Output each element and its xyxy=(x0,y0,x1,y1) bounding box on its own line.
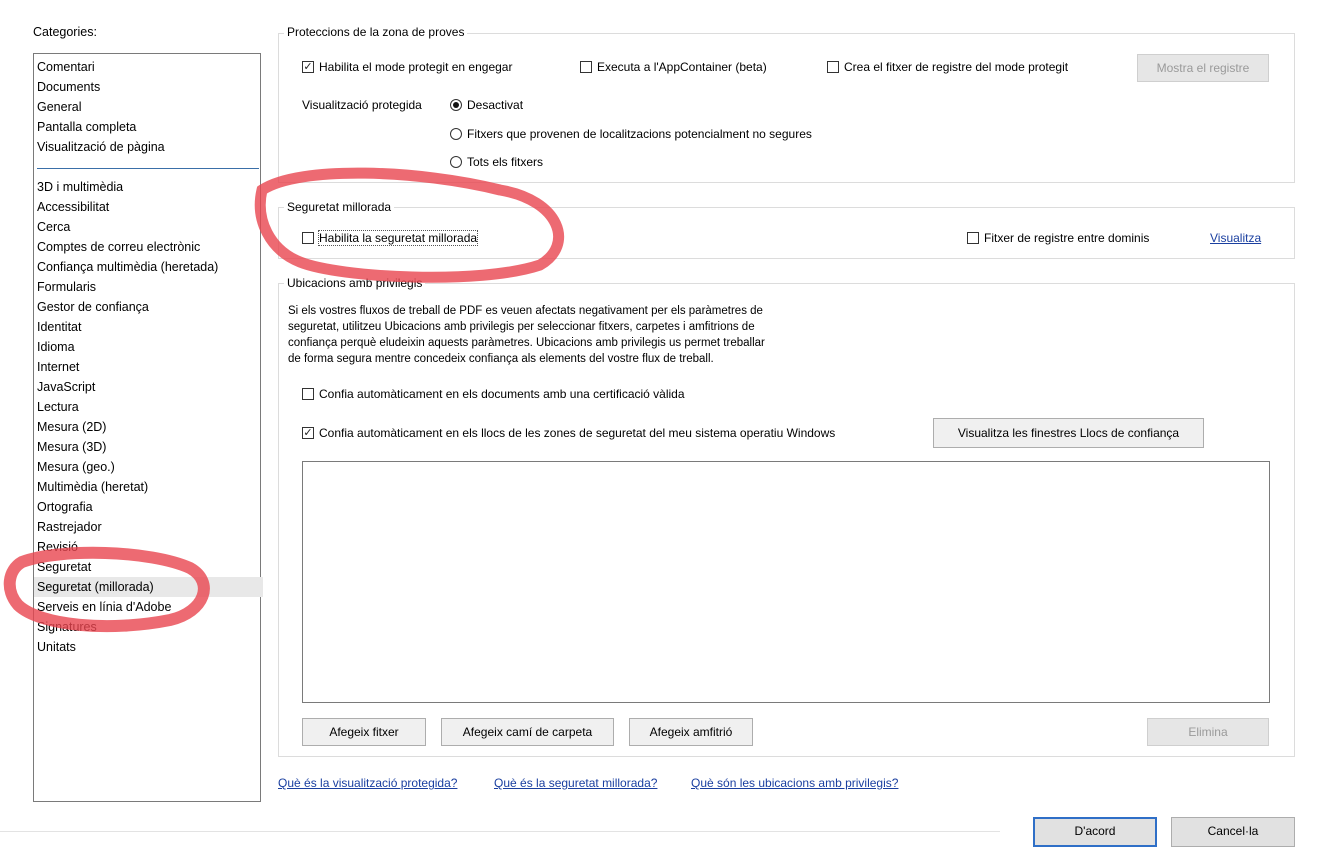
category-item[interactable]: Lectura xyxy=(37,397,260,417)
cross-domain-log-checkbox[interactable]: Fitxer de registre entre dominis xyxy=(967,231,1149,245)
category-item[interactable]: Mesura (geo.) xyxy=(37,457,260,477)
show-log-button[interactable]: Mostra el registre xyxy=(1137,54,1269,82)
add-file-button[interactable]: Afegeix fitxer xyxy=(302,718,426,746)
category-item-selected[interactable]: Seguretat (millorada) xyxy=(34,577,263,597)
category-item[interactable]: Documents xyxy=(37,77,260,97)
add-folder-button[interactable]: Afegeix camí de carpeta xyxy=(441,718,614,746)
trust-certified-checkbox[interactable]: Confia automàticament en els documents a… xyxy=(302,387,685,401)
category-item[interactable]: Idioma xyxy=(37,337,260,357)
help-link-enhanced-security[interactable]: Què és la seguretat millorada? xyxy=(494,776,657,790)
ok-button[interactable]: D'acord xyxy=(1033,817,1157,847)
categories-list[interactable]: Comentari Documents General Pantalla com… xyxy=(33,53,263,802)
appcontainer-checkbox[interactable]: Executa a l'AppContainer (beta) xyxy=(580,60,767,74)
radio-disabled[interactable]: Desactivat xyxy=(450,98,523,112)
cancel-button[interactable]: Cancel·la xyxy=(1171,817,1295,847)
category-item[interactable]: General xyxy=(37,97,260,117)
category-item[interactable]: Internet xyxy=(37,357,260,377)
category-item[interactable]: Comentari xyxy=(37,57,260,77)
radio-all-files[interactable]: Tots els fitxers xyxy=(450,155,543,169)
category-item[interactable]: Revisió xyxy=(37,537,260,557)
checkmark-icon: ✓ xyxy=(302,61,314,73)
category-item[interactable]: JavaScript xyxy=(37,377,260,397)
category-item[interactable]: Pantalla completa xyxy=(37,117,260,137)
category-item[interactable]: 3D i multimèdia xyxy=(37,177,260,197)
category-item[interactable]: Visualització de pàgina xyxy=(37,137,260,157)
protected-view-label: Visualització protegida xyxy=(302,98,422,112)
category-separator xyxy=(37,168,259,169)
privileged-description: Si els vostres fluxos de treball de PDF … xyxy=(288,305,765,365)
view-trusted-sites-button[interactable]: Visualitza les finestres Llocs de confia… xyxy=(933,418,1204,448)
add-host-button[interactable]: Afegeix amfitrió xyxy=(629,718,753,746)
bottom-divider xyxy=(0,831,1000,832)
category-item[interactable]: Mesura (2D) xyxy=(37,417,260,437)
privileged-locations-list[interactable] xyxy=(302,461,1270,703)
category-item[interactable]: Ortografia xyxy=(37,497,260,517)
protected-mode-checkbox[interactable]: ✓ Habilita el mode protegit en engegar xyxy=(302,60,512,74)
category-item[interactable]: Comptes de correu electrònic xyxy=(37,237,260,257)
enhanced-security-title: Seguretat millorada xyxy=(284,200,395,214)
category-item[interactable]: Rastrejador xyxy=(37,517,260,537)
category-item[interactable]: Signatures xyxy=(37,617,260,637)
help-link-protected-view[interactable]: Què és la visualització protegida? xyxy=(278,776,457,790)
radio-unsafe-locations[interactable]: Fitxers que provenen de localitzacions p… xyxy=(450,127,812,141)
category-item[interactable]: Multimèdia (heretat) xyxy=(37,477,260,497)
category-item[interactable]: Unitats xyxy=(37,637,260,657)
enable-enhanced-security-checkbox[interactable]: Habilita la seguretat millorada xyxy=(302,230,479,246)
category-item[interactable]: Identitat xyxy=(37,317,260,337)
trust-os-zones-checkbox[interactable]: ✓ Confia automàticament en els llocs de … xyxy=(302,426,835,440)
category-item[interactable]: Seguretat xyxy=(37,557,260,577)
category-item[interactable]: Cerca xyxy=(37,217,260,237)
view-log-link[interactable]: Visualitza xyxy=(1210,231,1261,245)
category-item[interactable]: Accessibilitat xyxy=(37,197,260,217)
help-link-privileged-locations[interactable]: Què són les ubicacions amb privilegis? xyxy=(691,776,898,790)
category-item[interactable]: Serveis en línia d'Adobe xyxy=(37,597,260,617)
remove-button[interactable]: Elimina xyxy=(1147,718,1269,746)
privileged-locations-title: Ubicacions amb privilegis xyxy=(284,276,426,290)
category-item[interactable]: Confiança multimèdia (heretada) xyxy=(37,257,260,277)
categories-title: Categories: xyxy=(33,25,97,39)
category-item[interactable]: Formularis xyxy=(37,277,260,297)
category-item[interactable]: Gestor de confiança xyxy=(37,297,260,317)
log-file-checkbox[interactable]: Crea el fitxer de registre del mode prot… xyxy=(827,60,1068,74)
category-item[interactable]: Mesura (3D) xyxy=(37,437,260,457)
checkmark-icon: ✓ xyxy=(302,427,314,439)
sandbox-group-title: Proteccions de la zona de proves xyxy=(284,25,468,39)
